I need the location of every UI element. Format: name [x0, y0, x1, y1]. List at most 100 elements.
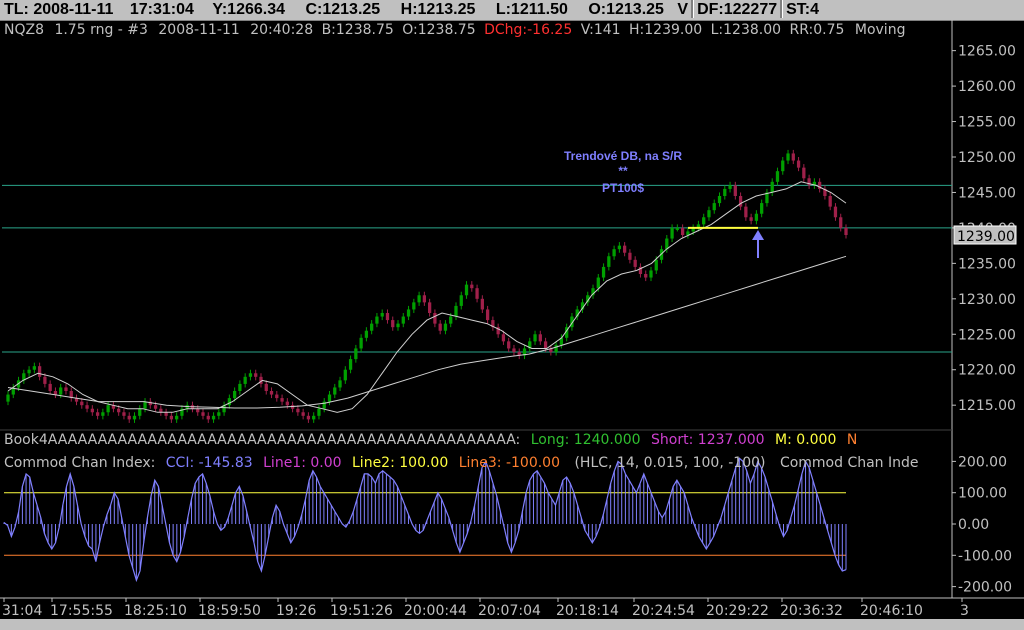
info-symbol: NQZ8: [4, 22, 44, 38]
price-tick-label: 1255.00: [958, 115, 1016, 131]
candle: [633, 259, 637, 267]
candle: [333, 387, 337, 395]
time-tick-label: 18:59:50: [198, 603, 261, 619]
annotation-title: Trendové DB, na S/R: [563, 149, 683, 163]
candle: [438, 323, 442, 331]
candle: [507, 341, 511, 349]
candle: [370, 323, 374, 331]
candle: [833, 206, 838, 218]
candle: [32, 366, 36, 370]
candle: [628, 252, 632, 260]
candle: [485, 309, 490, 321]
candle: [449, 316, 453, 324]
candle: [464, 284, 469, 296]
info-moving: Moving: [854, 22, 906, 38]
candle: [196, 408, 200, 413]
time-tick-label: 19:51:26: [330, 603, 393, 619]
time-tick-label: 20:29:22: [706, 603, 769, 619]
candle: [85, 405, 89, 409]
candle: [707, 210, 711, 218]
cci-tick-label: -200.00: [958, 580, 1012, 596]
info-daily-change: DChg:-16.25: [484, 22, 573, 38]
candle: [327, 394, 332, 402]
candle: [312, 415, 316, 420]
cci-name: Commod Chan Index:: [4, 455, 156, 471]
candle: [670, 227, 674, 239]
candle: [775, 171, 780, 182]
candle: [217, 412, 221, 416]
candle: [728, 185, 732, 189]
candle: [396, 323, 400, 328]
annotation-stars: **: [618, 164, 628, 178]
candle: [543, 341, 548, 349]
chart-canvas[interactable]: 1265.001260.001255.001250.001245.001240.…: [0, 0, 1024, 630]
candle: [623, 245, 627, 253]
candle: [617, 245, 622, 250]
candle: [454, 305, 458, 317]
candle: [596, 277, 600, 289]
info-rr: RR:0.75: [789, 22, 845, 38]
candle: [723, 188, 727, 196]
candle: [232, 391, 237, 399]
info-period: 1.75 rng - #3: [54, 22, 148, 38]
annotation-target: PT100$: [601, 181, 645, 195]
bottom-scrollbar[interactable]: [0, 619, 1024, 630]
candle: [343, 369, 347, 381]
candle: [649, 270, 653, 278]
candle: [480, 298, 484, 310]
candle: [712, 203, 716, 211]
candle: [80, 401, 84, 406]
candle: [422, 295, 426, 303]
cci-tick-label: 200.00: [958, 454, 1007, 470]
candle: [744, 206, 748, 218]
candle: [380, 313, 384, 317]
candle: [781, 160, 785, 172]
candle: [201, 412, 205, 416]
cci-line3: Line3: -100.00: [458, 455, 560, 471]
cci-tick-label: 100.00: [958, 486, 1007, 502]
candle: [391, 320, 395, 328]
candle: [338, 380, 342, 388]
price-tick-label: 1250.00: [958, 150, 1016, 166]
candle: [538, 334, 542, 342]
candle: [280, 398, 284, 402]
info-volume: V:141: [580, 22, 621, 38]
candle: [802, 167, 806, 179]
candle: [354, 348, 358, 360]
book-long: Long: 1240.000: [530, 432, 641, 448]
candle: [143, 401, 147, 409]
info-low: L:1238.00: [710, 22, 782, 38]
candle: [248, 373, 253, 377]
candle: [296, 408, 300, 413]
book-label: Book4AAAAAAAAAAAAAAAAAAAAAAAAAAAAAAAAAAA…: [4, 432, 521, 448]
cci-line: [3, 457, 847, 583]
candle: [401, 316, 405, 324]
candle: [306, 415, 311, 420]
price-tick-label: 1265.00: [958, 44, 1016, 60]
candle: [791, 153, 795, 161]
candle: [828, 196, 832, 207]
candle: [90, 408, 94, 413]
cci-legend-tail: Commod Chan Inde: [779, 455, 919, 471]
info-bid: B:1238.75: [321, 22, 394, 38]
time-tick-label: 20:46:10: [860, 603, 923, 619]
time-tick-label: 18:25:10: [124, 603, 187, 619]
candle: [601, 266, 606, 278]
candle: [117, 408, 121, 413]
candle: [760, 203, 764, 214]
candle: [159, 408, 163, 413]
cci-line2: Line2: 100.00: [352, 455, 449, 471]
candle: [206, 415, 210, 420]
candle: [470, 284, 474, 289]
cci-value: CCI: -145.83: [165, 455, 253, 471]
candle: [48, 383, 52, 391]
candle: [680, 227, 685, 235]
candle: [796, 160, 801, 168]
time-tick-label: 19:26: [276, 603, 316, 619]
candle: [770, 181, 774, 193]
time-tick-label: 3: [960, 603, 969, 619]
candle: [733, 185, 737, 196]
candle: [554, 344, 558, 352]
price-tick-label: 1215.00: [958, 398, 1016, 414]
candle: [243, 376, 247, 384]
